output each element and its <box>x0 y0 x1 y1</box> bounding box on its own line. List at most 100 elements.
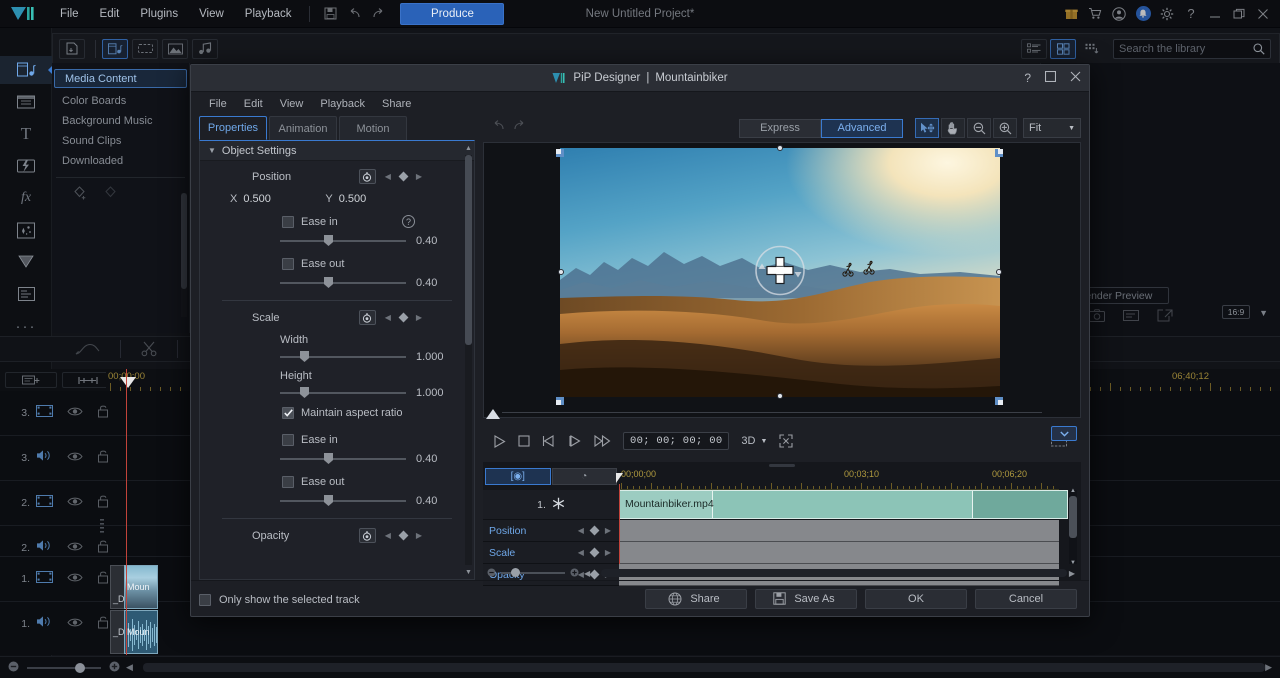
position-ease-out-slider[interactable] <box>280 277 406 288</box>
keyframe-track-position[interactable]: Position ◀ ▶ <box>483 520 619 542</box>
sidebar-item-media-room[interactable] <box>0 56 53 84</box>
scale-ease-in-slider[interactable] <box>280 453 406 464</box>
keyframe-timeline-ruler[interactable]: 00;00;00 00;03;10 00;06;20 <box>619 468 1059 490</box>
selection-handle-left[interactable] <box>558 269 564 275</box>
timeline-hscrollbar[interactable] <box>142 663 1266 672</box>
share-button[interactable]: Share <box>645 588 747 609</box>
search-input[interactable]: Search the library <box>1113 38 1271 59</box>
advanced-button[interactable]: Advanced <box>821 118 903 138</box>
zoom-level-selector[interactable]: Fit ▼ <box>1023 118 1081 138</box>
aspect-ratio-selector[interactable]: 16:9 <box>1222 305 1250 319</box>
ease-help-icon[interactable]: ? <box>402 215 415 228</box>
undo-icon[interactable] <box>491 119 506 137</box>
position-y-value[interactable]: 0.500 <box>339 193 385 205</box>
selection-handle-tl[interactable] <box>556 144 564 157</box>
video-clips-icon[interactable] <box>132 38 158 59</box>
dialog-menu-share[interactable]: Share <box>374 95 419 113</box>
library-scrollbar[interactable] <box>181 193 187 317</box>
timeline-clip-mountainbiker[interactable]: Mountainbiker.mp4 <box>619 490 1068 519</box>
scroll-right-icon[interactable]: ▶ <box>1069 569 1075 578</box>
sidebar-item-title-room[interactable]: T <box>0 120 52 148</box>
fullscreen-icon[interactable] <box>779 434 793 448</box>
sidebar-item-transition-room[interactable] <box>0 152 52 180</box>
clock-mode-button[interactable]: ◔ <box>551 468 617 485</box>
prev-keyframe-icon[interactable]: ◀ <box>578 526 584 535</box>
selection-handle-br[interactable] <box>995 392 1003 405</box>
selection-handle-top[interactable] <box>777 145 783 151</box>
redo-icon[interactable] <box>512 119 527 137</box>
track-lock-icon[interactable] <box>97 494 110 513</box>
zoom-out-icon[interactable] <box>8 659 19 677</box>
keyframe-hscrollbar[interactable] <box>601 569 1067 577</box>
add-tag-icon[interactable] <box>74 186 91 206</box>
sidebar-item-effect-room[interactable] <box>0 88 52 116</box>
minimize-icon[interactable] <box>1204 3 1226 25</box>
add-keyframe-icon[interactable] <box>589 525 600 536</box>
next-keyframe-icon[interactable]: ▶ <box>416 531 422 540</box>
fast-forward-icon[interactable] <box>594 435 611 447</box>
add-keyframe-icon[interactable] <box>398 312 409 323</box>
zoom-out-icon[interactable] <box>967 118 991 138</box>
video-track-icon[interactable] <box>36 494 53 512</box>
position-ease-in-slider[interactable] <box>280 235 406 246</box>
scale-ease-out-slider[interactable] <box>280 495 406 506</box>
selection-handle-bottom[interactable] <box>777 393 783 399</box>
keyframe-stopwatch-icon[interactable] <box>358 528 376 543</box>
track-lock-icon[interactable] <box>97 570 110 589</box>
scroll-left-icon[interactable]: ◀ <box>584 569 590 578</box>
library-item-background-music[interactable]: Background Music <box>52 111 189 131</box>
prev-frame-icon[interactable] <box>542 435 556 447</box>
remove-tag-icon[interactable] <box>105 186 122 206</box>
keyframe-track-scale[interactable]: Scale ◀ ▶ <box>483 542 619 564</box>
next-keyframe-icon[interactable]: ▶ <box>605 526 611 535</box>
account-icon[interactable] <box>1108 3 1130 25</box>
prev-keyframe-icon[interactable]: ◀ <box>385 313 391 322</box>
dialog-menu-file[interactable]: File <box>201 95 235 113</box>
library-item-color-boards[interactable]: Color Boards <box>52 91 189 111</box>
library-item-media-content[interactable]: Media Content <box>54 69 187 88</box>
menu-plugins[interactable]: Plugins <box>130 4 188 24</box>
tab-properties[interactable]: Properties <box>199 116 267 140</box>
help-icon[interactable]: ? <box>1024 71 1031 85</box>
close-icon[interactable] <box>1252 3 1274 25</box>
rotate-move-control[interactable] <box>747 237 813 308</box>
selection-handle-bl[interactable] <box>556 392 564 405</box>
keyframe-vscrollbar[interactable]: ▲ ▼ <box>1069 488 1077 566</box>
add-keyframe-icon[interactable] <box>398 171 409 182</box>
selection-handle-tr[interactable] <box>995 144 1003 157</box>
save-as-button[interactable]: Save As <box>755 588 857 609</box>
main-menubar[interactable]: File Edit Plugins View Playback <box>50 4 301 24</box>
video-track-icon[interactable] <box>36 570 53 588</box>
chevron-down-icon[interactable]: ▼ <box>1259 308 1268 318</box>
keyframe-lane-scale[interactable] <box>619 542 1059 564</box>
maintain-aspect-ratio-checkbox[interactable] <box>282 407 294 419</box>
scale-ease-in-checkbox[interactable] <box>282 434 294 446</box>
menu-playback[interactable]: Playback <box>235 4 302 24</box>
prev-keyframe-icon[interactable]: ◀ <box>578 548 584 557</box>
sidebar-item-mask-room[interactable] <box>0 248 52 276</box>
close-icon[interactable] <box>1070 71 1081 85</box>
express-button[interactable]: Express <box>739 118 821 138</box>
scroll-right-icon[interactable]: ▶ <box>1265 662 1272 673</box>
scissors-icon[interactable] <box>141 341 157 357</box>
save-icon[interactable] <box>318 4 342 24</box>
produce-button[interactable]: Produce <box>400 2 505 25</box>
track-visibility-icon[interactable] <box>67 494 83 512</box>
timeline-zoom-slider[interactable] <box>27 662 101 673</box>
next-keyframe-icon[interactable]: ▶ <box>416 172 422 181</box>
track-lock-icon[interactable] <box>97 404 110 423</box>
track-visibility-icon[interactable] <box>67 570 83 588</box>
scale-height-slider[interactable] <box>280 387 406 398</box>
collapse-preview-button[interactable] <box>1051 426 1077 441</box>
cart-icon[interactable] <box>1084 3 1106 25</box>
next-keyframe-icon[interactable]: ▶ <box>605 548 611 557</box>
audio-track-icon[interactable] <box>36 615 53 633</box>
dialog-menu-view[interactable]: View <box>272 95 312 113</box>
tab-motion[interactable]: Motion <box>339 116 407 140</box>
track-visibility-icon[interactable] <box>67 615 83 633</box>
menu-view[interactable]: View <box>189 4 234 24</box>
grid-view-icon[interactable] <box>1050 38 1076 59</box>
keyframe-playhead[interactable] <box>616 473 623 564</box>
photo-icon[interactable] <box>162 38 188 59</box>
audio-track-icon[interactable] <box>36 539 53 557</box>
